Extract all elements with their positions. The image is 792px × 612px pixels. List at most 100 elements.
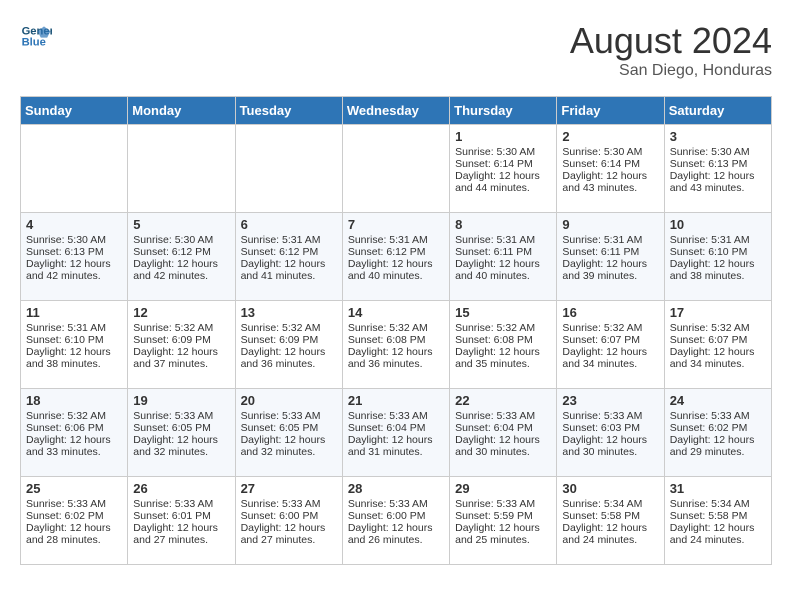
day-info: Sunset: 6:12 PM bbox=[133, 246, 229, 258]
day-info: Daylight: 12 hours bbox=[241, 522, 337, 534]
day-info: Sunset: 6:14 PM bbox=[455, 158, 551, 170]
header-monday: Monday bbox=[128, 97, 235, 125]
day-info: Sunset: 6:01 PM bbox=[133, 510, 229, 522]
day-info: Sunrise: 5:33 AM bbox=[348, 498, 444, 510]
calendar-cell: 27Sunrise: 5:33 AMSunset: 6:00 PMDayligh… bbox=[235, 477, 342, 565]
day-number: 17 bbox=[670, 305, 766, 320]
calendar-cell bbox=[235, 125, 342, 213]
day-info: Sunset: 6:02 PM bbox=[26, 510, 122, 522]
day-info: Sunrise: 5:33 AM bbox=[26, 498, 122, 510]
calendar-cell: 29Sunrise: 5:33 AMSunset: 5:59 PMDayligh… bbox=[450, 477, 557, 565]
logo: General Blue bbox=[20, 20, 52, 52]
day-info: and 37 minutes. bbox=[133, 358, 229, 370]
day-info: Daylight: 12 hours bbox=[26, 434, 122, 446]
day-info: and 39 minutes. bbox=[562, 270, 658, 282]
day-info: and 44 minutes. bbox=[455, 182, 551, 194]
day-number: 6 bbox=[241, 217, 337, 232]
day-number: 24 bbox=[670, 393, 766, 408]
day-info: Sunset: 6:10 PM bbox=[670, 246, 766, 258]
day-number: 11 bbox=[26, 305, 122, 320]
day-info: Sunset: 6:11 PM bbox=[455, 246, 551, 258]
day-info: Sunset: 6:04 PM bbox=[455, 422, 551, 434]
day-info: Daylight: 12 hours bbox=[348, 434, 444, 446]
calendar-cell bbox=[342, 125, 449, 213]
calendar-cell bbox=[128, 125, 235, 213]
day-info: Daylight: 12 hours bbox=[26, 258, 122, 270]
day-info: Sunset: 6:07 PM bbox=[670, 334, 766, 346]
day-number: 5 bbox=[133, 217, 229, 232]
calendar-cell: 4Sunrise: 5:30 AMSunset: 6:13 PMDaylight… bbox=[21, 213, 128, 301]
day-info: and 25 minutes. bbox=[455, 534, 551, 546]
day-info: Daylight: 12 hours bbox=[670, 522, 766, 534]
day-number: 19 bbox=[133, 393, 229, 408]
day-info: Sunrise: 5:30 AM bbox=[455, 146, 551, 158]
day-number: 13 bbox=[241, 305, 337, 320]
day-number: 9 bbox=[562, 217, 658, 232]
calendar-week-4: 18Sunrise: 5:32 AMSunset: 6:06 PMDayligh… bbox=[21, 389, 772, 477]
header-friday: Friday bbox=[557, 97, 664, 125]
calendar-cell: 12Sunrise: 5:32 AMSunset: 6:09 PMDayligh… bbox=[128, 301, 235, 389]
day-info: and 34 minutes. bbox=[670, 358, 766, 370]
day-info: Sunset: 6:00 PM bbox=[241, 510, 337, 522]
calendar-cell: 28Sunrise: 5:33 AMSunset: 6:00 PMDayligh… bbox=[342, 477, 449, 565]
calendar-week-3: 11Sunrise: 5:31 AMSunset: 6:10 PMDayligh… bbox=[21, 301, 772, 389]
day-info: Sunrise: 5:32 AM bbox=[133, 322, 229, 334]
day-info: Sunset: 6:05 PM bbox=[133, 422, 229, 434]
day-info: Daylight: 12 hours bbox=[455, 170, 551, 182]
day-number: 14 bbox=[348, 305, 444, 320]
day-info: Sunrise: 5:33 AM bbox=[670, 410, 766, 422]
day-info: Sunrise: 5:30 AM bbox=[670, 146, 766, 158]
day-info: Daylight: 12 hours bbox=[133, 258, 229, 270]
day-info: Sunset: 6:06 PM bbox=[26, 422, 122, 434]
day-info: Sunrise: 5:32 AM bbox=[670, 322, 766, 334]
calendar-cell bbox=[21, 125, 128, 213]
day-info: Sunrise: 5:33 AM bbox=[348, 410, 444, 422]
calendar-table: SundayMondayTuesdayWednesdayThursdayFrid… bbox=[20, 96, 772, 565]
day-info: and 32 minutes. bbox=[241, 446, 337, 458]
calendar-cell: 31Sunrise: 5:34 AMSunset: 5:58 PMDayligh… bbox=[664, 477, 771, 565]
day-info: and 32 minutes. bbox=[133, 446, 229, 458]
day-info: Sunrise: 5:33 AM bbox=[241, 410, 337, 422]
day-info: Sunrise: 5:33 AM bbox=[455, 498, 551, 510]
calendar-header-row: SundayMondayTuesdayWednesdayThursdayFrid… bbox=[21, 97, 772, 125]
day-number: 10 bbox=[670, 217, 766, 232]
day-info: and 33 minutes. bbox=[26, 446, 122, 458]
logo-icon: General Blue bbox=[20, 20, 52, 52]
header-tuesday: Tuesday bbox=[235, 97, 342, 125]
day-number: 18 bbox=[26, 393, 122, 408]
day-info: Daylight: 12 hours bbox=[670, 258, 766, 270]
day-info: Daylight: 12 hours bbox=[455, 434, 551, 446]
day-info: and 36 minutes. bbox=[241, 358, 337, 370]
calendar-cell: 11Sunrise: 5:31 AMSunset: 6:10 PMDayligh… bbox=[21, 301, 128, 389]
calendar-cell: 25Sunrise: 5:33 AMSunset: 6:02 PMDayligh… bbox=[21, 477, 128, 565]
day-number: 8 bbox=[455, 217, 551, 232]
svg-text:Blue: Blue bbox=[22, 37, 46, 49]
day-info: Sunset: 6:03 PM bbox=[562, 422, 658, 434]
day-info: Sunset: 6:13 PM bbox=[26, 246, 122, 258]
calendar-cell: 26Sunrise: 5:33 AMSunset: 6:01 PMDayligh… bbox=[128, 477, 235, 565]
month-year: August 2024 bbox=[570, 20, 772, 62]
day-info: and 41 minutes. bbox=[241, 270, 337, 282]
day-info: Sunrise: 5:32 AM bbox=[562, 322, 658, 334]
calendar-cell: 21Sunrise: 5:33 AMSunset: 6:04 PMDayligh… bbox=[342, 389, 449, 477]
day-info: Daylight: 12 hours bbox=[455, 522, 551, 534]
day-info: Sunset: 6:14 PM bbox=[562, 158, 658, 170]
day-info: Daylight: 12 hours bbox=[348, 346, 444, 358]
day-info: Sunset: 5:58 PM bbox=[562, 510, 658, 522]
day-info: Sunrise: 5:31 AM bbox=[348, 234, 444, 246]
day-info: Sunrise: 5:34 AM bbox=[562, 498, 658, 510]
day-info: and 28 minutes. bbox=[26, 534, 122, 546]
day-info: and 35 minutes. bbox=[455, 358, 551, 370]
day-info: Sunrise: 5:30 AM bbox=[133, 234, 229, 246]
calendar-cell: 17Sunrise: 5:32 AMSunset: 6:07 PMDayligh… bbox=[664, 301, 771, 389]
calendar-cell: 24Sunrise: 5:33 AMSunset: 6:02 PMDayligh… bbox=[664, 389, 771, 477]
day-info: Sunrise: 5:31 AM bbox=[26, 322, 122, 334]
day-number: 29 bbox=[455, 481, 551, 496]
header-wednesday: Wednesday bbox=[342, 97, 449, 125]
day-number: 1 bbox=[455, 129, 551, 144]
calendar-cell: 22Sunrise: 5:33 AMSunset: 6:04 PMDayligh… bbox=[450, 389, 557, 477]
day-info: Sunset: 6:09 PM bbox=[133, 334, 229, 346]
day-info: Daylight: 12 hours bbox=[455, 258, 551, 270]
day-info: Sunrise: 5:32 AM bbox=[26, 410, 122, 422]
day-info: Sunrise: 5:33 AM bbox=[562, 410, 658, 422]
